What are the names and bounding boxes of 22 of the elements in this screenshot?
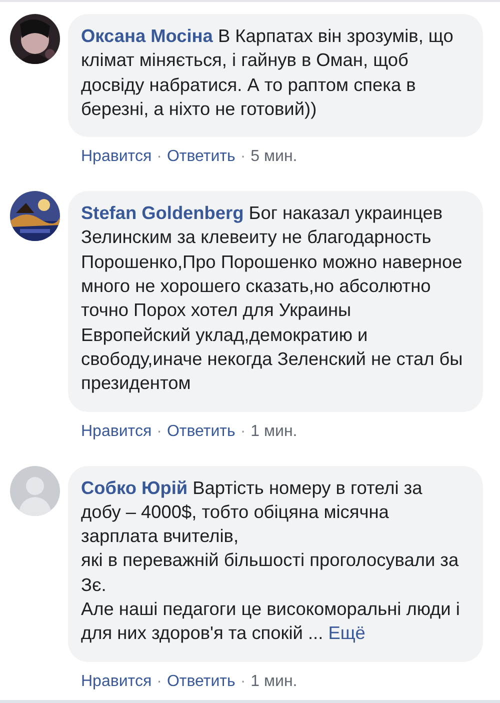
action-link[interactable]: Ответить [166, 672, 236, 690]
author-link[interactable]: Оксана Мосіна [81, 26, 213, 46]
action-link[interactable]: Нравится [81, 672, 152, 690]
timestamp: 1 мин. [250, 672, 298, 690]
separator-dot: · [156, 422, 162, 440]
timestamp: 5 мин. [250, 148, 298, 166]
timestamp: 1 мин. [250, 422, 298, 440]
author-link[interactable]: Stefan Goldenberg [81, 203, 244, 224]
action-link[interactable]: Нравится [81, 148, 152, 166]
separator-dot: · [240, 672, 246, 690]
comment-text: Оксана Мосіна В Карпатах він зрозумів, що клімат міняється, і гайнув в Оман, щоб досвіду набратися. А то раптом спека в березні, а ніхто не готовий)) [81, 25, 454, 121]
comment-text: Stefan Goldenberg Бог наказал украинцев Зелинским за клевеиту не благодарность Порошенко,Про Порошенко можно наверное много не хорошего сказать,но абсолютно точно Порох хотел для Украины Европейский уклад,демократию и свободу,иначе некогда Зеленский не стал бы президентом [81, 202, 463, 396]
action-link[interactable]: Ответить [166, 148, 236, 166]
see-more-link[interactable]: Ещё [328, 623, 366, 644]
action-link[interactable]: Ответить [166, 422, 236, 440]
separator-dot: · [240, 422, 246, 440]
separator-dot: · [240, 148, 246, 166]
author-link[interactable]: Собко Юрій [81, 478, 188, 498]
separator-dot: · [156, 148, 162, 166]
action-link[interactable]: Нравится [81, 422, 152, 440]
comment-text: Собко Юрій Вартість номеру в готелі за добу – 4000$, тобто обіцяна місячна зарплата вчителів, які в переважній більшості проголосували за Зє. Але наші педагоги це високоморальні люди і для них здоров'я та спокій ... Ещё [81, 476, 461, 646]
separator-dot: · [156, 672, 162, 690]
